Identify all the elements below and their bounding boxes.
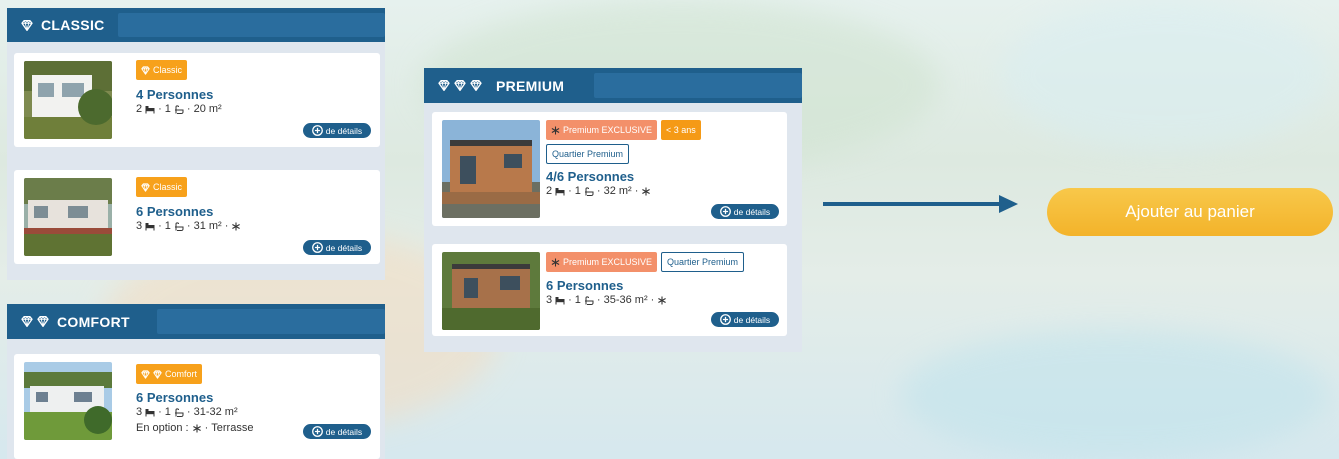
premium-header: PREMIUM (424, 68, 802, 103)
star-icon (551, 258, 560, 267)
bath-icon (174, 105, 184, 114)
bed-icon (145, 105, 155, 114)
air-conditioning-icon (657, 296, 667, 305)
premium-card-1: Premium EXCLUSIVE < 3 ans Quartier Premi… (432, 112, 787, 226)
options-line: En option : · Terrasse (136, 422, 254, 434)
star-icon (551, 126, 560, 135)
plus-icon (312, 242, 323, 253)
specs-line: 3 · 1 · 31-32 m² (136, 406, 238, 418)
bath-icon (174, 222, 184, 231)
diamond-icon (141, 370, 150, 379)
diamond-icon (454, 80, 466, 91)
air-conditioning-icon (192, 424, 202, 433)
plus-icon (720, 314, 731, 325)
comfort-title: COMFORT (57, 313, 130, 330)
classic-card-1: Classic 4 Personnes 2 · 1 · 20 m² de dét… (14, 53, 380, 147)
specs-line: 2 · 1 · 32 m² · (546, 185, 651, 197)
diamond-icon (21, 316, 33, 327)
mobile-home-photo (24, 362, 112, 440)
details-button[interactable]: de détails (303, 424, 371, 439)
persons-label: 4 Personnes (136, 87, 214, 102)
bed-icon (145, 222, 155, 231)
bath-icon (174, 408, 184, 417)
comfort-header: COMFORT (7, 304, 385, 339)
premium-exclusive-badge: Premium EXCLUSIVE (546, 120, 658, 140)
bath-icon (584, 187, 594, 196)
details-button[interactable]: de détails (303, 240, 371, 255)
air-conditioning-icon (641, 187, 651, 196)
classic-title: CLASSIC (41, 17, 105, 33)
persons-label: 6 Personnes (546, 278, 624, 293)
diamond-icon (21, 20, 33, 31)
details-button[interactable]: de détails (711, 204, 779, 219)
new-badge: < 3 ans (661, 120, 701, 140)
diamond-icon (470, 80, 482, 91)
classic-card-2: Classic 6 Personnes 3 · 1 · 31 m² · de d… (14, 170, 380, 264)
details-button[interactable]: de détails (711, 312, 779, 327)
comfort-card-1: Comfort 6 Personnes 3 · 1 · 31-32 m² En … (14, 354, 380, 459)
quartier-premium-badge: Quartier Premium (546, 144, 630, 164)
classic-badge: Classic (136, 60, 188, 80)
premium-title: PREMIUM (496, 77, 565, 94)
mobile-home-photo (442, 252, 540, 330)
premium-exclusive-badge: Premium EXCLUSIVE (546, 252, 658, 272)
bed-icon (145, 408, 155, 417)
arrow-right-icon (823, 195, 1018, 213)
background-water (900, 330, 1330, 459)
add-to-cart-button[interactable]: Ajouter au panier (1047, 188, 1333, 236)
classic-header: CLASSIC (7, 8, 385, 42)
bed-icon (555, 187, 565, 196)
persons-label: 6 Personnes (136, 204, 214, 219)
premium-card-2: Premium EXCLUSIVE Quartier Premium 6 Per… (432, 244, 787, 336)
classic-header-bar (118, 13, 385, 37)
premium-header-bar (594, 73, 802, 98)
mobile-home-photo (24, 61, 112, 139)
premium-panel: PREMIUM Premium EXCLUSIVE < 3 ans Quarti… (424, 68, 802, 352)
air-conditioning-icon (231, 222, 241, 231)
specs-line: 2 · 1 · 20 m² (136, 103, 222, 115)
diamond-icon (438, 80, 450, 91)
diamond-icon (153, 370, 162, 379)
comfort-panel: COMFORT Comfort 6 Personnes 3 · 1 · 31-3… (7, 304, 385, 459)
details-button[interactable]: de détails (303, 123, 371, 138)
diamond-icon (141, 183, 150, 192)
plus-icon (312, 426, 323, 437)
classic-panel: CLASSIC Classic 4 Personnes 2 · 1 · 20 m… (7, 8, 385, 280)
bath-icon (584, 296, 594, 305)
quartier-premium-badge: Quartier Premium (661, 252, 745, 272)
bed-icon (555, 296, 565, 305)
specs-line: 3 · 1 · 35-36 m² · (546, 294, 667, 306)
comfort-badge: Comfort (136, 364, 203, 384)
mobile-home-photo (442, 120, 540, 218)
mobile-home-photo (24, 178, 112, 256)
diamond-icon (141, 66, 150, 75)
specs-line: 3 · 1 · 31 m² · (136, 220, 241, 232)
plus-icon (720, 206, 731, 217)
diamond-icon (37, 316, 49, 327)
classic-badge: Classic (136, 177, 188, 197)
comfort-header-bar (157, 309, 385, 334)
persons-label: 6 Personnes (136, 390, 214, 405)
persons-label: 4/6 Personnes (546, 169, 635, 184)
background-sky (1000, 0, 1330, 150)
plus-icon (312, 125, 323, 136)
